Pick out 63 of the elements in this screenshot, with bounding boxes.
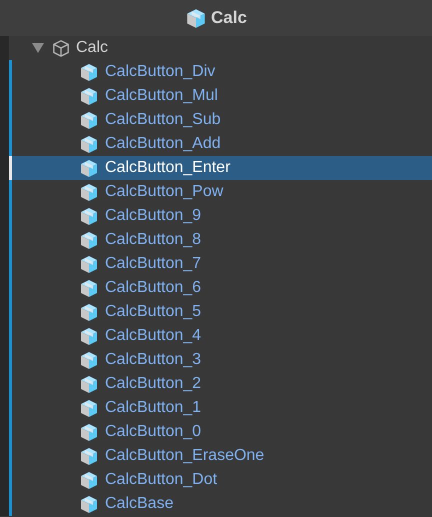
object-name: CalcButton_Sub [105,110,221,130]
hierarchy-row[interactable]: CalcButton_Enter [0,156,432,180]
prefab-cube-icon [79,398,99,418]
object-name: Calc [76,38,108,58]
hierarchy-row[interactable]: CalcButton_3 [0,348,432,372]
hierarchy-row[interactable]: CalcButton_Mul [0,84,432,108]
hierarchy-row[interactable]: CalcBase [0,492,432,516]
prefab-cube-icon [79,254,99,274]
prefab-cube-icon [79,86,99,106]
hierarchy-row[interactable]: CalcButton_5 [0,300,432,324]
prefab-cube-icon [185,7,208,29]
prefab-cube-icon [79,302,99,322]
prefab-cube-icon [79,470,99,490]
hierarchy-row[interactable]: Calc [0,36,432,60]
object-name: CalcButton_9 [105,206,202,226]
hierarchy-row[interactable]: CalcButton_6 [0,276,432,300]
hierarchy-row[interactable]: CalcButton_Dot [0,468,432,492]
object-name: CalcButton_4 [105,326,202,346]
object-name: CalcButton_3 [105,350,202,370]
prefab-cube-icon [79,158,99,178]
prefab-cube-icon [79,182,99,202]
prefab-cube-icon [79,350,99,370]
hierarchy-row[interactable]: CalcButton_0 [0,420,432,444]
prefab-cube-icon [79,326,99,346]
prefab-cube-icon [79,494,99,514]
object-name: CalcButton_5 [105,302,202,322]
hierarchy-row[interactable]: CalcButton_8 [0,228,432,252]
hierarchy-row[interactable]: CalcButton_Pow [0,180,432,204]
cube-outline-icon [52,39,70,57]
object-name: CalcButton_6 [105,278,202,298]
object-name: CalcButton_0 [105,422,202,442]
hierarchy-row[interactable]: CalcButton_9 [0,204,432,228]
hierarchy-row[interactable]: CalcButton_4 [0,324,432,348]
prefab-cube-icon [79,446,99,466]
prefab-cube-icon [79,62,99,82]
object-name: CalcButton_Dot [105,470,218,490]
object-name: CalcButton_Div [105,62,216,82]
prefab-cube-icon [79,134,99,154]
hierarchy-row[interactable]: CalcButton_7 [0,252,432,276]
object-name: CalcBase [105,494,174,514]
header-title: Calc [211,7,247,30]
object-name: CalcButton_1 [105,398,202,418]
prefab-cube-icon [79,230,99,250]
prefab-cube-icon [79,374,99,394]
object-name: CalcButton_Enter [105,158,230,178]
object-name: CalcButton_Mul [105,86,218,106]
prefab-cube-icon [79,422,99,442]
prefab-cube-icon [79,206,99,226]
prefab-cube-icon [79,278,99,298]
hierarchy-row[interactable]: CalcButton_Sub [0,108,432,132]
object-name: CalcButton_Pow [105,182,224,202]
hierarchy-row[interactable]: CalcButton_1 [0,396,432,420]
object-name: CalcButton_8 [105,230,202,250]
object-name: CalcButton_7 [105,254,202,274]
object-name: CalcButton_Add [105,134,221,154]
hierarchy-row[interactable]: CalcButton_Add [0,132,432,156]
expand-arrow-icon[interactable] [32,43,46,53]
prefab-cube-icon [79,110,99,130]
hierarchy-row[interactable]: CalcButton_EraseOne [0,444,432,468]
hierarchy-row[interactable]: CalcButton_Div [0,60,432,84]
object-name: CalcButton_2 [105,374,202,394]
hierarchy-row[interactable]: CalcButton_2 [0,372,432,396]
object-name: CalcButton_EraseOne [105,446,264,466]
